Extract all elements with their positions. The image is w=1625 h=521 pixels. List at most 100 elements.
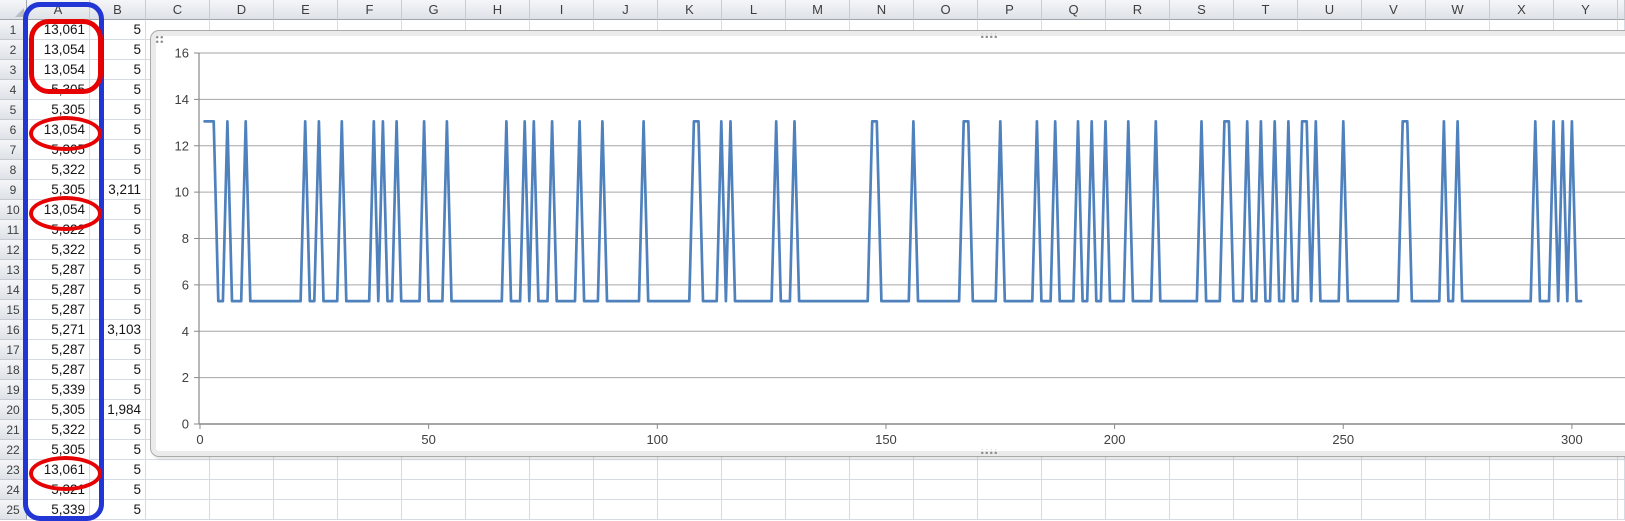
row-header-14[interactable]: 14: [0, 280, 27, 300]
cell-L24[interactable]: [722, 480, 786, 500]
col-header-R[interactable]: R: [1106, 0, 1170, 20]
cell-B16[interactable]: 3,103: [90, 320, 146, 340]
col-header-H[interactable]: H: [466, 0, 530, 20]
col-header-P[interactable]: P: [978, 0, 1042, 20]
cell-B18[interactable]: 5: [90, 360, 146, 380]
col-header-X[interactable]: X: [1490, 0, 1554, 20]
cell-A12[interactable]: 5,322: [27, 240, 90, 260]
row-header-18[interactable]: 18: [0, 360, 27, 380]
row-header-10[interactable]: 10: [0, 200, 27, 220]
cell-A2[interactable]: 13,054: [27, 40, 90, 60]
cell-E25[interactable]: [274, 500, 338, 520]
cell-L25[interactable]: [722, 500, 786, 520]
cell-M23[interactable]: [786, 460, 850, 480]
col-header-B[interactable]: B: [90, 0, 146, 20]
cell-N23[interactable]: [850, 460, 914, 480]
cell-B12[interactable]: 5: [90, 240, 146, 260]
row-header-7[interactable]: 7: [0, 140, 27, 160]
cell-B23[interactable]: 5: [90, 460, 146, 480]
col-header-L[interactable]: L: [722, 0, 786, 20]
cell-P23[interactable]: [978, 460, 1042, 480]
row-header-4[interactable]: 4: [0, 80, 27, 100]
cell-A1[interactable]: 13,061: [27, 20, 90, 40]
cell-W25[interactable]: [1426, 500, 1490, 520]
cell-V23[interactable]: [1362, 460, 1426, 480]
cell-K25[interactable]: [658, 500, 722, 520]
cell-H24[interactable]: [466, 480, 530, 500]
cell-B14[interactable]: 5: [90, 280, 146, 300]
row-header-8[interactable]: 8: [0, 160, 27, 180]
cell-A10[interactable]: 13,054: [27, 200, 90, 220]
cell-R25[interactable]: [1106, 500, 1170, 520]
cell-B20[interactable]: 1,984: [90, 400, 146, 420]
cell-H25[interactable]: [466, 500, 530, 520]
cell-O24[interactable]: [914, 480, 978, 500]
cell-Q24[interactable]: [1042, 480, 1106, 500]
cell-F25[interactable]: [338, 500, 402, 520]
cell-A22[interactable]: 5,305: [27, 440, 90, 460]
cell-Y25[interactable]: [1554, 500, 1618, 520]
row-header-25[interactable]: 25: [0, 500, 27, 520]
cell-T24[interactable]: [1234, 480, 1298, 500]
row-header-6[interactable]: 6: [0, 120, 27, 140]
cell-B11[interactable]: 5: [90, 220, 146, 240]
col-header-D[interactable]: D: [210, 0, 274, 20]
cell-B4[interactable]: 5: [90, 80, 146, 100]
cell-T25[interactable]: [1234, 500, 1298, 520]
cell-E24[interactable]: [274, 480, 338, 500]
cell-X25[interactable]: [1490, 500, 1554, 520]
cell-A8[interactable]: 5,322: [27, 160, 90, 180]
cell-V25[interactable]: [1362, 500, 1426, 520]
cell-U25[interactable]: [1298, 500, 1362, 520]
select-all-corner[interactable]: [0, 0, 27, 20]
cell-U23[interactable]: [1298, 460, 1362, 480]
cell-C25[interactable]: [146, 500, 210, 520]
chart-resize-handle-bottom[interactable]: [979, 449, 998, 454]
cell-B15[interactable]: 5: [90, 300, 146, 320]
col-header-O[interactable]: O: [914, 0, 978, 20]
cell-G23[interactable]: [402, 460, 466, 480]
chart-resize-handle-topleft[interactable]: [154, 34, 164, 43]
col-header-F[interactable]: F: [338, 0, 402, 20]
cell-V24[interactable]: [1362, 480, 1426, 500]
cell-G25[interactable]: [402, 500, 466, 520]
col-header-T[interactable]: T: [1234, 0, 1298, 20]
cell-A9[interactable]: 5,305: [27, 180, 90, 200]
cell-B13[interactable]: 5: [90, 260, 146, 280]
cell-T23[interactable]: [1234, 460, 1298, 480]
cell-B24[interactable]: 5: [90, 480, 146, 500]
cell-R24[interactable]: [1106, 480, 1170, 500]
row-header-13[interactable]: 13: [0, 260, 27, 280]
cell-A25[interactable]: 5,339: [27, 500, 90, 520]
cell-I23[interactable]: [530, 460, 594, 480]
col-header-M[interactable]: M: [786, 0, 850, 20]
col-header-V[interactable]: V: [1362, 0, 1426, 20]
col-header-K[interactable]: K: [658, 0, 722, 20]
cell-A23[interactable]: 13,061: [27, 460, 90, 480]
cell-A18[interactable]: 5,287: [27, 360, 90, 380]
cell-B7[interactable]: 5: [90, 140, 146, 160]
cell-P24[interactable]: [978, 480, 1042, 500]
cell-B21[interactable]: 5: [90, 420, 146, 440]
col-header-J[interactable]: J: [594, 0, 658, 20]
row-header-16[interactable]: 16: [0, 320, 27, 340]
cell-O25[interactable]: [914, 500, 978, 520]
cell-Q25[interactable]: [1042, 500, 1106, 520]
cell-X24[interactable]: [1490, 480, 1554, 500]
cell-A6[interactable]: 13,054: [27, 120, 90, 140]
cell-F24[interactable]: [338, 480, 402, 500]
cell-B3[interactable]: 5: [90, 60, 146, 80]
cell-L23[interactable]: [722, 460, 786, 480]
cell-K23[interactable]: [658, 460, 722, 480]
row-header-15[interactable]: 15: [0, 300, 27, 320]
col-header-I[interactable]: I: [530, 0, 594, 20]
cell-B1[interactable]: 5: [90, 20, 146, 40]
cell-A20[interactable]: 5,305: [27, 400, 90, 420]
cell-W24[interactable]: [1426, 480, 1490, 500]
cell-B25[interactable]: 5: [90, 500, 146, 520]
row-header-2[interactable]: 2: [0, 40, 27, 60]
cell-R23[interactable]: [1106, 460, 1170, 480]
cell-Q23[interactable]: [1042, 460, 1106, 480]
cell-C24[interactable]: [146, 480, 210, 500]
cell-A24[interactable]: 5,321: [27, 480, 90, 500]
